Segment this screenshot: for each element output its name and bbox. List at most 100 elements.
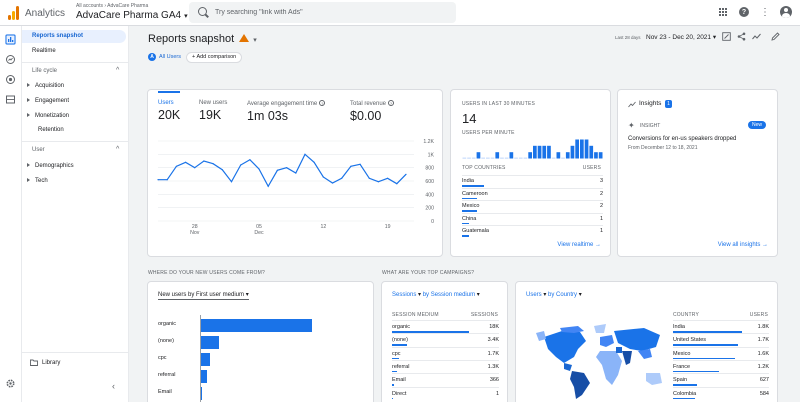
explore-icon[interactable] — [5, 54, 16, 65]
search-box[interactable] — [189, 2, 456, 23]
metric-selector[interactable]: Users — [526, 292, 542, 298]
caret-down-icon: ▾ — [476, 292, 480, 298]
warning-icon[interactable] — [239, 34, 250, 42]
country-row[interactable]: India 3 — [462, 175, 603, 187]
realtime-card: USERS IN LAST 30 MINUTES 14 USERS PER MI… — [450, 89, 611, 257]
share-icon[interactable] — [737, 32, 746, 41]
countries-selector[interactable]: Users ▾ by Country ▾ — [526, 291, 582, 298]
insight-headline[interactable]: Conversions for en-us speakers dropped — [628, 136, 736, 142]
y-tick-label: 1.2K — [423, 139, 434, 145]
nav-library[interactable]: Library — [22, 357, 126, 370]
trend-icon — [628, 101, 636, 108]
minute-bar — [580, 139, 584, 159]
configure-icon[interactable] — [5, 94, 16, 105]
metric-new-users[interactable]: New users 19K — [199, 100, 227, 122]
property-selector[interactable]: AdvaCare Pharma GA4 ▾ — [76, 10, 188, 21]
metric-users[interactable]: Users 20K — [158, 100, 180, 122]
selector-label: New users by First user medium — [158, 292, 245, 298]
country-row[interactable]: Guatemala 1 — [462, 225, 603, 237]
collapse-nav-icon[interactable]: ‹ — [112, 381, 115, 391]
nav-section-lifecycle[interactable]: Life cycle ^ — [32, 67, 119, 74]
row-label: France — [673, 363, 691, 370]
dimension-selector[interactable]: by Session medium — [423, 292, 475, 298]
table-row[interactable]: Email 366 — [392, 373, 499, 386]
reports-icon[interactable] — [5, 34, 16, 45]
data-point — [185, 161, 187, 163]
edit-pencil-icon[interactable] — [771, 32, 780, 41]
campaigns-selector[interactable]: Sessions ▾ by Session medium ▾ — [392, 291, 480, 298]
users-line-chart: 1.2K1K800600400200028Nov05Dec12 19 — [157, 139, 435, 236]
all-users-chip[interactable]: A All Users — [148, 53, 181, 61]
users-per-minute-label: USERS PER MINUTE — [462, 130, 515, 136]
nav-label: Acquisition — [35, 83, 65, 89]
row-bar — [392, 397, 393, 399]
table-row[interactable]: Colombia 584 — [673, 386, 769, 400]
nav-section-user[interactable]: User ^ — [32, 146, 119, 153]
overview-card: Users 20K New users 19K Average engageme… — [147, 89, 443, 257]
table-row[interactable]: Spain 627 — [673, 373, 769, 386]
page-title: Reports snapshot ▾ — [148, 33, 257, 45]
minute-bar — [462, 157, 467, 159]
date-range-picker[interactable]: Nov 23 - Dec 20, 2021 ▾ — [646, 33, 716, 41]
nav-retention[interactable]: Retention — [22, 124, 126, 137]
medium-bar[interactable] — [200, 353, 211, 366]
search-input[interactable] — [215, 6, 445, 19]
analytics-logo[interactable] — [8, 6, 20, 20]
nav-engagement[interactable]: Engagement — [22, 95, 126, 108]
table-row[interactable]: (none) 3.4K — [392, 333, 499, 346]
dimension-selector[interactable]: by Country — [548, 292, 577, 298]
table-row[interactable]: Mexico 1.6K — [673, 346, 769, 360]
table-row[interactable]: referral 1.3K — [392, 359, 499, 373]
help-circle-icon[interactable]: ? — [388, 100, 395, 106]
nav-reports-snapshot[interactable]: Reports snapshot — [22, 30, 126, 43]
account-avatar-icon[interactable] — [780, 6, 792, 18]
nav-demographics[interactable]: Demographics — [22, 160, 126, 173]
nav-tech[interactable]: Tech — [22, 175, 126, 188]
minute-bar — [486, 157, 490, 159]
breadcrumb[interactable]: All accounts › AdvaCare Pharma — [76, 3, 148, 9]
table-row[interactable]: Direct 1 — [392, 386, 499, 400]
table-row[interactable]: cpc 1.7K — [392, 346, 499, 360]
help-circle-icon[interactable]: ? — [319, 100, 326, 106]
table-row[interactable]: organic 18K — [392, 320, 499, 333]
nav-acquisition[interactable]: Acquisition — [22, 80, 126, 93]
row-bar — [392, 384, 394, 386]
app-name: Analytics — [25, 8, 66, 19]
row-bar — [392, 357, 399, 360]
country-bar — [462, 197, 477, 199]
metric-total-revenue[interactable]: Total revenue? $0.00 — [350, 100, 395, 123]
row-label: Spain — [673, 377, 688, 384]
admin-gear-icon[interactable] — [5, 378, 16, 389]
caret-down-icon: ▾ — [543, 292, 547, 298]
new-users-selector[interactable]: New users by First user medium ▾ — [158, 291, 249, 300]
minute-bar — [504, 157, 509, 159]
medium-bar[interactable] — [200, 319, 312, 332]
search-icon — [198, 7, 207, 16]
view-all-insights-link[interactable]: View all insights → — [718, 242, 768, 248]
medium-bar[interactable] — [200, 370, 207, 383]
country-row[interactable]: Cameroon 2 — [462, 187, 603, 200]
metric-selector[interactable]: Sessions — [392, 292, 416, 298]
insights-trend-icon[interactable] — [752, 32, 761, 41]
add-comparison-button[interactable]: + Add comparison — [186, 52, 243, 63]
advertising-icon[interactable] — [5, 74, 16, 85]
more-vert-icon[interactable]: ⋮ — [759, 6, 771, 18]
metric-avg-engagement[interactable]: Average engagement time? 1m 03s — [247, 100, 326, 123]
table-row[interactable]: United States 1.7K — [673, 333, 769, 346]
medium-bar[interactable] — [200, 336, 219, 349]
help-icon[interactable]: ? — [738, 6, 750, 18]
customize-report-icon[interactable] — [722, 32, 731, 41]
country-row[interactable]: Mexico 2 — [462, 200, 603, 212]
apps-grid-icon[interactable] — [717, 6, 729, 18]
expand-arrow-icon — [27, 83, 30, 88]
row-value: 366 — [489, 377, 499, 384]
table-row[interactable]: India 1.8K — [673, 320, 769, 333]
view-realtime-link[interactable]: View realtime → — [557, 242, 601, 248]
country-row[interactable]: China 1 — [462, 212, 603, 225]
caret-down-icon[interactable]: ▾ — [253, 37, 257, 44]
minute-bar — [476, 152, 481, 159]
country-name: China — [462, 215, 477, 222]
nav-monetization[interactable]: Monetization — [22, 110, 126, 123]
table-row[interactable]: France 1.2K — [673, 359, 769, 373]
nav-realtime[interactable]: Realtime — [22, 45, 126, 58]
